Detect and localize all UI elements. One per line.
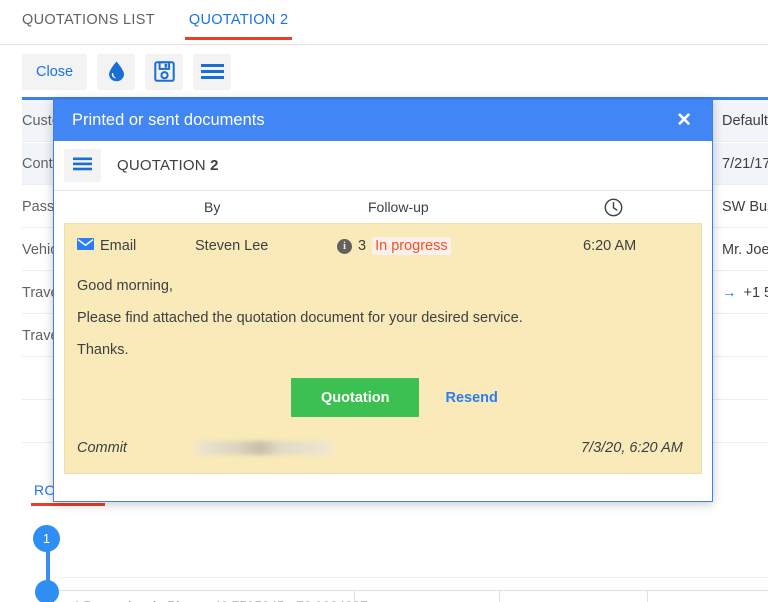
- tab-quotation-2[interactable]: QUOTATION 2: [184, 0, 300, 40]
- water-drop-button[interactable]: [97, 53, 136, 90]
- commit-label: Commit: [77, 440, 127, 456]
- dialog-title: Printed or sent documents: [72, 111, 265, 129]
- tab-strip: QUOTATIONS LIST QUOTATION 2: [0, 0, 768, 45]
- hamburger-menu-icon: [73, 157, 92, 174]
- commit-row: Commit 7/3/20, 6:20 AM: [65, 437, 701, 459]
- commit-date: 7/3/20, 6:20 AM: [581, 440, 683, 456]
- route-address-cell[interactable]: 4 Pennsylvania Plaza · 40.7505045, -73.9…: [60, 590, 368, 602]
- tab-quotations-list[interactable]: QUOTATIONS LIST: [22, 0, 167, 40]
- form-value-passengers: SW Bus: [722, 198, 768, 215]
- route-point-marker-2[interactable]: [35, 580, 59, 602]
- travel-from-text: +1 5: [743, 284, 768, 301]
- save-icon: [153, 61, 175, 82]
- save-button[interactable]: [145, 53, 184, 90]
- document-entry-card: Email Steven Lee i 3 In progress 6:20 AM…: [64, 223, 702, 474]
- quotation-button[interactable]: Quotation: [291, 378, 420, 417]
- message-line-2: Please find attached the quotation docum…: [77, 310, 523, 326]
- printed-or-sent-documents-dialog: Printed or sent documents ✕ QUOTATION 2 …: [53, 99, 713, 502]
- form-value-travel-from: → +1 5: [722, 285, 768, 301]
- toolbar: Close: [0, 46, 768, 97]
- form-value-customer: Default: [722, 112, 768, 129]
- route-cell-3[interactable]: [500, 590, 648, 602]
- water-drop-icon: [108, 61, 125, 82]
- route-cell-2[interactable]: [355, 590, 500, 602]
- route-cell-4[interactable]: [648, 590, 763, 602]
- close-button-label: Close: [36, 63, 74, 80]
- dialog-menu-button[interactable]: [64, 149, 101, 182]
- info-icon[interactable]: i: [337, 238, 352, 254]
- hamburger-menu-icon: [200, 63, 224, 80]
- route-point-marker-1[interactable]: 1: [33, 525, 60, 552]
- close-button[interactable]: Close: [22, 53, 88, 90]
- dialog-header: Printed or sent documents ✕: [54, 100, 712, 141]
- arrow-right-icon: →: [722, 284, 737, 301]
- dialog-footer: [54, 474, 712, 501]
- tab-label: QUOTATION 2: [188, 12, 289, 28]
- email-icon: [77, 238, 94, 254]
- dialog-subtitle-number: 2: [210, 157, 219, 174]
- entry-follow-up-count: 3: [358, 238, 367, 254]
- entry-time: 6:20 AM: [583, 238, 637, 254]
- entry-actions: Quotation Resend: [65, 378, 701, 417]
- close-icon[interactable]: ✕: [670, 107, 698, 134]
- documents-table-header: By Follow-up: [54, 190, 712, 223]
- entry-channel-label: Email: [100, 238, 137, 254]
- route-point-row: 4 Pennsylvania Plaza · 40.7505045, -73.9…: [60, 590, 768, 602]
- route-divider: [60, 577, 768, 578]
- menu-button[interactable]: [193, 53, 232, 90]
- entry-author: Steven Lee: [195, 238, 269, 254]
- form-value-vehicle: Mr. Joe: [722, 241, 768, 258]
- column-header-by: By: [204, 199, 221, 215]
- dialog-subtitle-prefix: QUOTATION: [117, 157, 211, 174]
- message-line-3: Thanks.: [77, 342, 129, 358]
- resend-link[interactable]: Resend: [445, 390, 497, 406]
- app-root: QUOTATIONS LIST QUOTATION 2 Close Defaul…: [0, 0, 768, 602]
- entry-channel: Email: [77, 238, 136, 254]
- route-point-number: 1: [42, 531, 51, 546]
- document-entry-summary: Email Steven Lee i 3 In progress 6:20 AM: [65, 230, 701, 262]
- commit-value-redacted: [197, 441, 332, 455]
- message-line-1: Good morning,: [77, 278, 173, 294]
- column-header-follow-up: Follow-up: [368, 199, 429, 215]
- dialog-subtitle: QUOTATION 2: [117, 157, 219, 174]
- tab-label: QUOTATIONS LIST: [22, 12, 155, 28]
- status-badge: In progress: [372, 237, 451, 255]
- clock-icon: [604, 198, 623, 217]
- entry-follow-up: i 3 In progress: [337, 237, 451, 255]
- form-value-contact: 7/21/17: [722, 155, 768, 172]
- dialog-subheader: QUOTATION 2: [54, 141, 712, 190]
